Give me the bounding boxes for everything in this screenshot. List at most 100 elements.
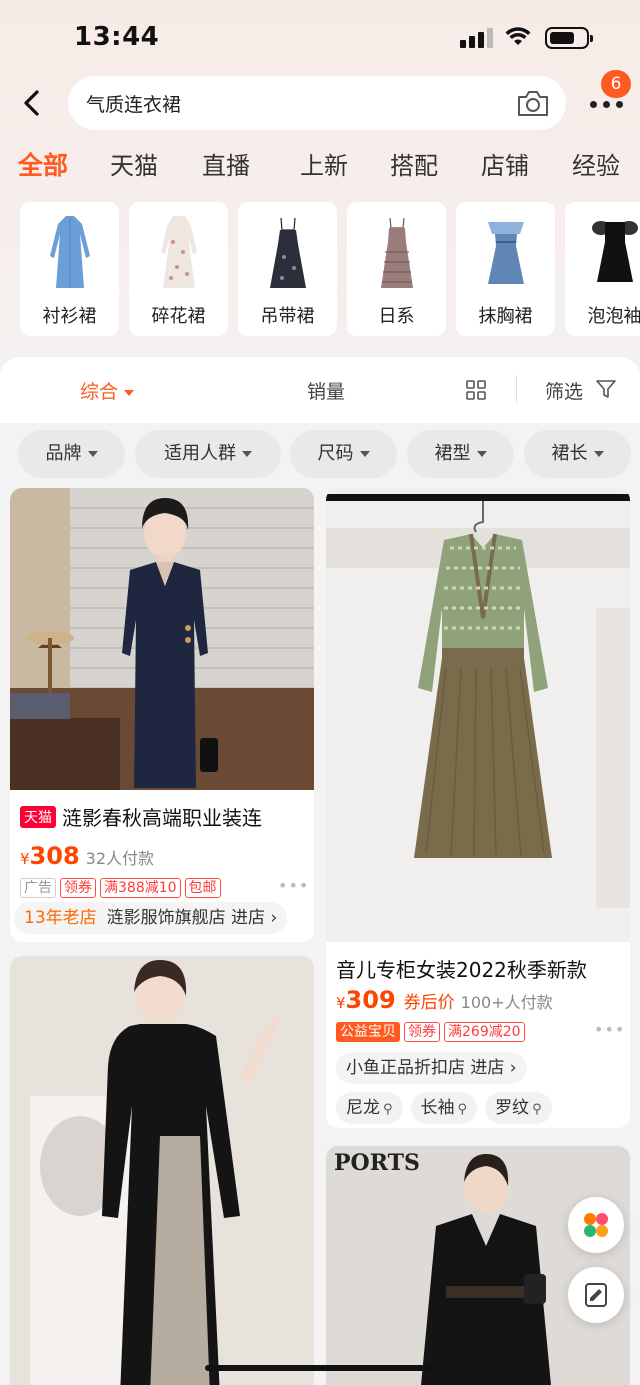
tag-row: 公益宝贝 领券 满269减20 [336, 1022, 529, 1042]
back-arrow-icon[interactable] [18, 88, 46, 118]
status-bar: 13:44 [0, 0, 640, 70]
coupon-tag[interactable]: 领券 [60, 878, 96, 898]
shop-link[interactable]: 13年老店 涟影服饰旗舰店 进店 › [14, 902, 288, 934]
chip-label: 裙型 [434, 443, 471, 464]
keyword-label: 长袖 [420, 1098, 455, 1118]
sort-comprehensive-label: 综合 [80, 381, 119, 403]
cellular-signal-icon [460, 28, 494, 48]
shop-link[interactable]: 小鱼正品折扣店 进店 › [336, 1052, 527, 1084]
shirt-dress-image [50, 216, 90, 288]
tab-live[interactable]: 直播 [202, 146, 250, 181]
battery-icon [545, 27, 593, 49]
keyword-label: 尼龙 [346, 1098, 380, 1118]
chip-brand[interactable]: 品牌 [18, 430, 125, 478]
tab-experience[interactable]: 经验 [572, 146, 620, 181]
sold-count: 100+人付款 [460, 993, 553, 1012]
tag-row: 广告 领券 满388减10 包邮 [20, 878, 225, 898]
category-label: 衬衫裙 [42, 306, 97, 327]
product-card[interactable] [10, 956, 314, 1385]
chip-size[interactable]: 尺码 [290, 430, 397, 478]
discount-tag: 满388减10 [100, 878, 181, 898]
chip-skirt-type[interactable]: 裙型 [407, 430, 514, 478]
category-card-puff-sleeve[interactable]: 泡泡袖 [565, 202, 640, 336]
more-dots-icon [590, 101, 624, 109]
product-card[interactable]: 天猫 涟影春秋高端职业装连 ¥308 32人付款 广告 领券 满388减10 包邮 •••… [10, 488, 314, 942]
coupon-price-label: 券后价 [403, 993, 455, 1013]
search-icon: ⚲ [457, 1102, 468, 1117]
edit-note-icon [585, 1283, 607, 1307]
feedback-button[interactable] [568, 1267, 624, 1323]
search-query-text: 气质连衣裙 [86, 94, 182, 116]
chevron-right-icon: › [265, 908, 278, 928]
keyword-chip[interactable]: 尼龙 ⚲ [336, 1092, 403, 1124]
chevron-down-icon [242, 451, 252, 457]
product-price: 309 [345, 986, 396, 1014]
keyword-chip[interactable]: 长袖 ⚲ [410, 1092, 478, 1124]
category-label: 日系 [378, 306, 415, 327]
tab-tmall[interactable]: 天猫 [110, 146, 158, 181]
chevron-down-icon [359, 451, 370, 457]
floral-dress-image [161, 216, 197, 288]
category-label: 泡泡袖 [587, 306, 640, 327]
chip-label: 适用人群 [164, 443, 236, 464]
shop-name: 小鱼正品折扣店 进店 [346, 1058, 505, 1078]
search-input[interactable]: 气质连衣裙 [68, 76, 566, 130]
coupon-tag[interactable]: 领券 [404, 1022, 440, 1042]
filter-button[interactable]: 筛选 [545, 377, 583, 404]
free-shipping-tag: 包邮 [184, 878, 221, 898]
apps-flower-icon [584, 1213, 608, 1237]
category-label: 碎花裙 [151, 306, 206, 327]
tab-shop[interactable]: 店铺 [481, 146, 529, 181]
chip-skirt-length[interactable]: 裙长 [524, 430, 631, 478]
category-card-japanese-style[interactable]: 日系 [347, 202, 446, 336]
chip-label: 尺码 [317, 443, 354, 464]
more-options-icon[interactable]: ••• [278, 876, 309, 895]
category-card-floral-dress[interactable]: 碎花裙 [129, 202, 228, 336]
sort-sales[interactable]: 销量 [307, 377, 345, 404]
filter-chips: 品牌 适用人群 尺码 裙型 裙长 [0, 430, 640, 480]
tube-dress-image [488, 222, 524, 284]
results-panel: 综合 销量 筛选 品牌 适用人群 尺码 裙型 裙长 天猫 涟影春秋高端职业装连 … [0, 357, 640, 1385]
search-icon: ⚲ [532, 1102, 542, 1117]
ad-tag: 广告 [20, 878, 56, 898]
sort-comprehensive[interactable]: 综合 [80, 377, 135, 404]
tab-all[interactable]: 全部 [18, 146, 68, 182]
tab-outfit[interactable]: 搭配 [390, 146, 438, 181]
price-row: ¥309 券后价 100+人付款 [336, 986, 553, 1014]
sort-bar: 综合 销量 筛选 [0, 357, 640, 423]
grid-view-icon[interactable] [466, 380, 486, 400]
camera-search-icon[interactable] [516, 88, 550, 118]
chip-label: 品牌 [45, 443, 82, 464]
category-card-shirt-dress[interactable]: 衬衫裙 [20, 202, 119, 336]
product-card[interactable]: 音儿专柜女装2022秋季新款 ¥309 券后价 100+人付款 公益宝贝 领券 满269… [326, 488, 630, 1128]
status-time: 13:44 [74, 22, 160, 52]
chip-label: 裙长 [551, 443, 588, 464]
puff-sleeve-dress-image [592, 221, 638, 282]
mini-apps-button[interactable] [568, 1197, 624, 1253]
product-image [326, 488, 630, 942]
chevron-right-icon: › [504, 1058, 517, 1078]
category-card-slip-dress[interactable]: 吊带裙 [238, 202, 337, 336]
chevron-down-icon [124, 389, 135, 396]
chevron-down-icon [476, 451, 487, 457]
brand-text: PORTS [334, 1150, 420, 1176]
category-strip: 衬衫裙 碎花裙 吊带裙 日系 抹胸裙 泡泡袖 [20, 202, 640, 336]
product-image [10, 956, 314, 1385]
charity-tag: 公益宝贝 [336, 1022, 400, 1042]
chip-audience[interactable]: 适用人群 [135, 430, 281, 478]
product-title-text: 涟影春秋高端职业装连 [62, 806, 262, 830]
product-image: PORTS [326, 1146, 630, 1385]
tab-new[interactable]: 上新 [300, 146, 348, 181]
shop-name: 涟影服饰旗舰店 进店 [106, 908, 266, 928]
category-label: 抹胸裙 [478, 306, 533, 327]
more-options-icon[interactable]: ••• [594, 1020, 625, 1039]
sort-divider [516, 375, 517, 403]
sold-count: 32人付款 [85, 849, 155, 868]
product-card[interactable]: PORTS [326, 1146, 630, 1385]
keyword-chip[interactable]: 罗纹 ⚲ [485, 1092, 552, 1124]
category-card-tube-dress[interactable]: 抹胸裙 [456, 202, 555, 336]
filter-funnel-icon[interactable] [596, 379, 616, 399]
home-indicator [205, 1365, 435, 1371]
chevron-down-icon [593, 451, 604, 457]
chevron-down-icon [87, 451, 98, 457]
